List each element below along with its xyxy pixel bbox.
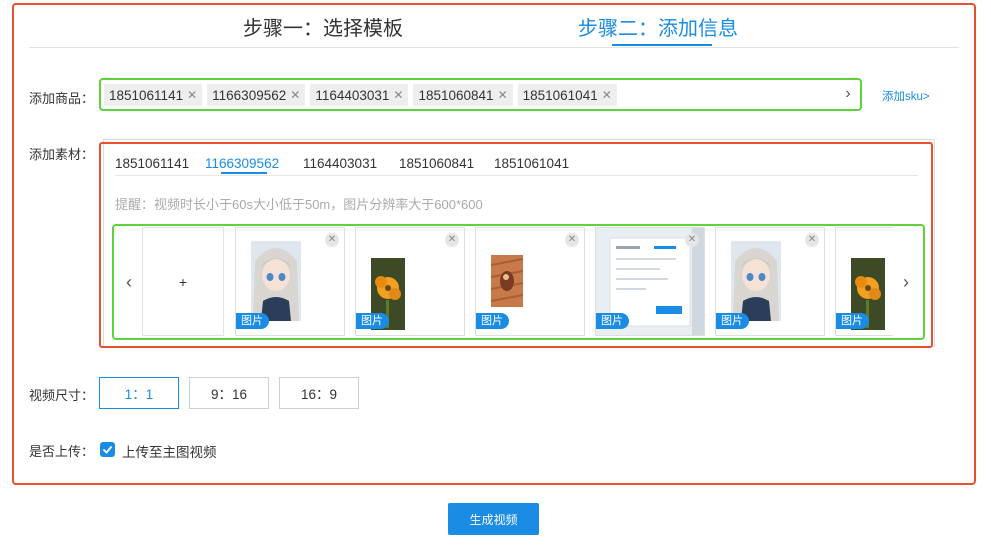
material-label: 添加素材：: [29, 147, 95, 162]
anime-girl-thumbnail: [731, 241, 781, 321]
remove-tag-icon[interactable]: ✕: [290, 88, 300, 102]
active-step-underline: [612, 44, 712, 46]
product-tag: 1851061041 ✕: [517, 84, 617, 106]
media-card[interactable]: 图片: [835, 227, 893, 336]
video-size-label: 视频尺寸：: [29, 388, 95, 403]
remove-tag-icon[interactable]: ✕: [393, 88, 403, 102]
photo-thumbnail: [491, 255, 523, 307]
close-icon[interactable]: ✕: [445, 233, 459, 247]
generate-video-button[interactable]: 生成视频: [448, 503, 539, 535]
active-tab-underline: [221, 172, 267, 174]
product-label: 添加商品：: [29, 91, 95, 106]
step-one-tab[interactable]: 步骤一：选择模板: [243, 12, 403, 41]
add-media-button[interactable]: +: [142, 227, 224, 336]
product-tag-label: 1851061041: [522, 87, 598, 103]
media-card[interactable]: ✕ 图片: [475, 227, 585, 336]
media-type-badge: 图片: [236, 313, 269, 329]
product-tag: 1851061141 ✕: [104, 84, 203, 106]
product-tag-label: 1166309562: [212, 87, 287, 103]
media-type-badge: 图片: [596, 313, 629, 329]
remove-tag-icon[interactable]: ✕: [602, 88, 612, 102]
upload-option-label[interactable]: 上传至主图视频: [122, 441, 217, 461]
close-icon[interactable]: ✕: [685, 233, 699, 247]
steps-divider: [29, 47, 959, 48]
chevron-left-icon[interactable]: ‹: [123, 272, 135, 292]
sku-tab[interactable]: 1851061141: [115, 156, 205, 171]
media-type-badge: 图片: [356, 313, 389, 329]
product-tag: 1166309562 ✕: [207, 84, 306, 106]
anime-girl-thumbnail: [251, 241, 301, 321]
sku-tab-active[interactable]: 1166309562: [205, 156, 303, 171]
sku-tab[interactable]: 1851060841: [399, 156, 494, 171]
media-card[interactable]: ✕ 图片: [595, 227, 705, 336]
close-icon[interactable]: ✕: [805, 233, 819, 247]
sku-tab-bar: 1851061141 1166309562 1164403031 1851060…: [115, 156, 569, 171]
product-tag: 1851060841 ✕: [413, 84, 513, 106]
close-icon[interactable]: ✕: [565, 233, 579, 247]
sku-tab-divider: [115, 175, 918, 176]
sku-tab[interactable]: 1851061041: [494, 156, 569, 171]
size-option-1-1[interactable]: 1：1: [99, 377, 179, 409]
product-tag-label: 1851061141: [109, 87, 184, 103]
chevron-right-icon[interactable]: ›: [842, 86, 854, 102]
sku-tab[interactable]: 1164403031: [303, 156, 399, 171]
product-tag-list: 1851061141 ✕ 1166309562 ✕ 1164403031 ✕ 1851…: [104, 84, 617, 106]
close-icon[interactable]: ✕: [325, 233, 339, 247]
checkmark-icon: [102, 445, 113, 454]
size-option-16-9[interactable]: 16：9: [279, 377, 359, 409]
add-sku-link[interactable]: 添加sku>: [882, 88, 930, 104]
media-card[interactable]: ✕ 图片: [715, 227, 825, 336]
product-tag-label: 1164403031: [315, 87, 390, 103]
media-type-badge: 图片: [716, 313, 749, 329]
remove-tag-icon[interactable]: ✕: [498, 88, 508, 102]
media-type-badge: 图片: [476, 313, 509, 329]
size-option-9-16[interactable]: 9：16: [189, 377, 269, 409]
chevron-right-icon[interactable]: ›: [900, 272, 912, 292]
upload-checkbox[interactable]: [100, 442, 115, 457]
media-card[interactable]: ✕ 图片: [235, 227, 345, 336]
product-tag-label: 1851060841: [418, 87, 494, 103]
product-tag: 1164403031 ✕: [310, 84, 409, 106]
upload-tip: 提醒：视频时长小于60s大小低于50m，图片分辨率大于600*600: [115, 197, 483, 212]
remove-tag-icon[interactable]: ✕: [187, 88, 197, 102]
media-type-badge: 图片: [836, 313, 869, 329]
media-card[interactable]: ✕ 图片: [355, 227, 465, 336]
step-two-tab[interactable]: 步骤二：添加信息: [578, 12, 738, 41]
upload-label: 是否上传：: [29, 444, 95, 459]
